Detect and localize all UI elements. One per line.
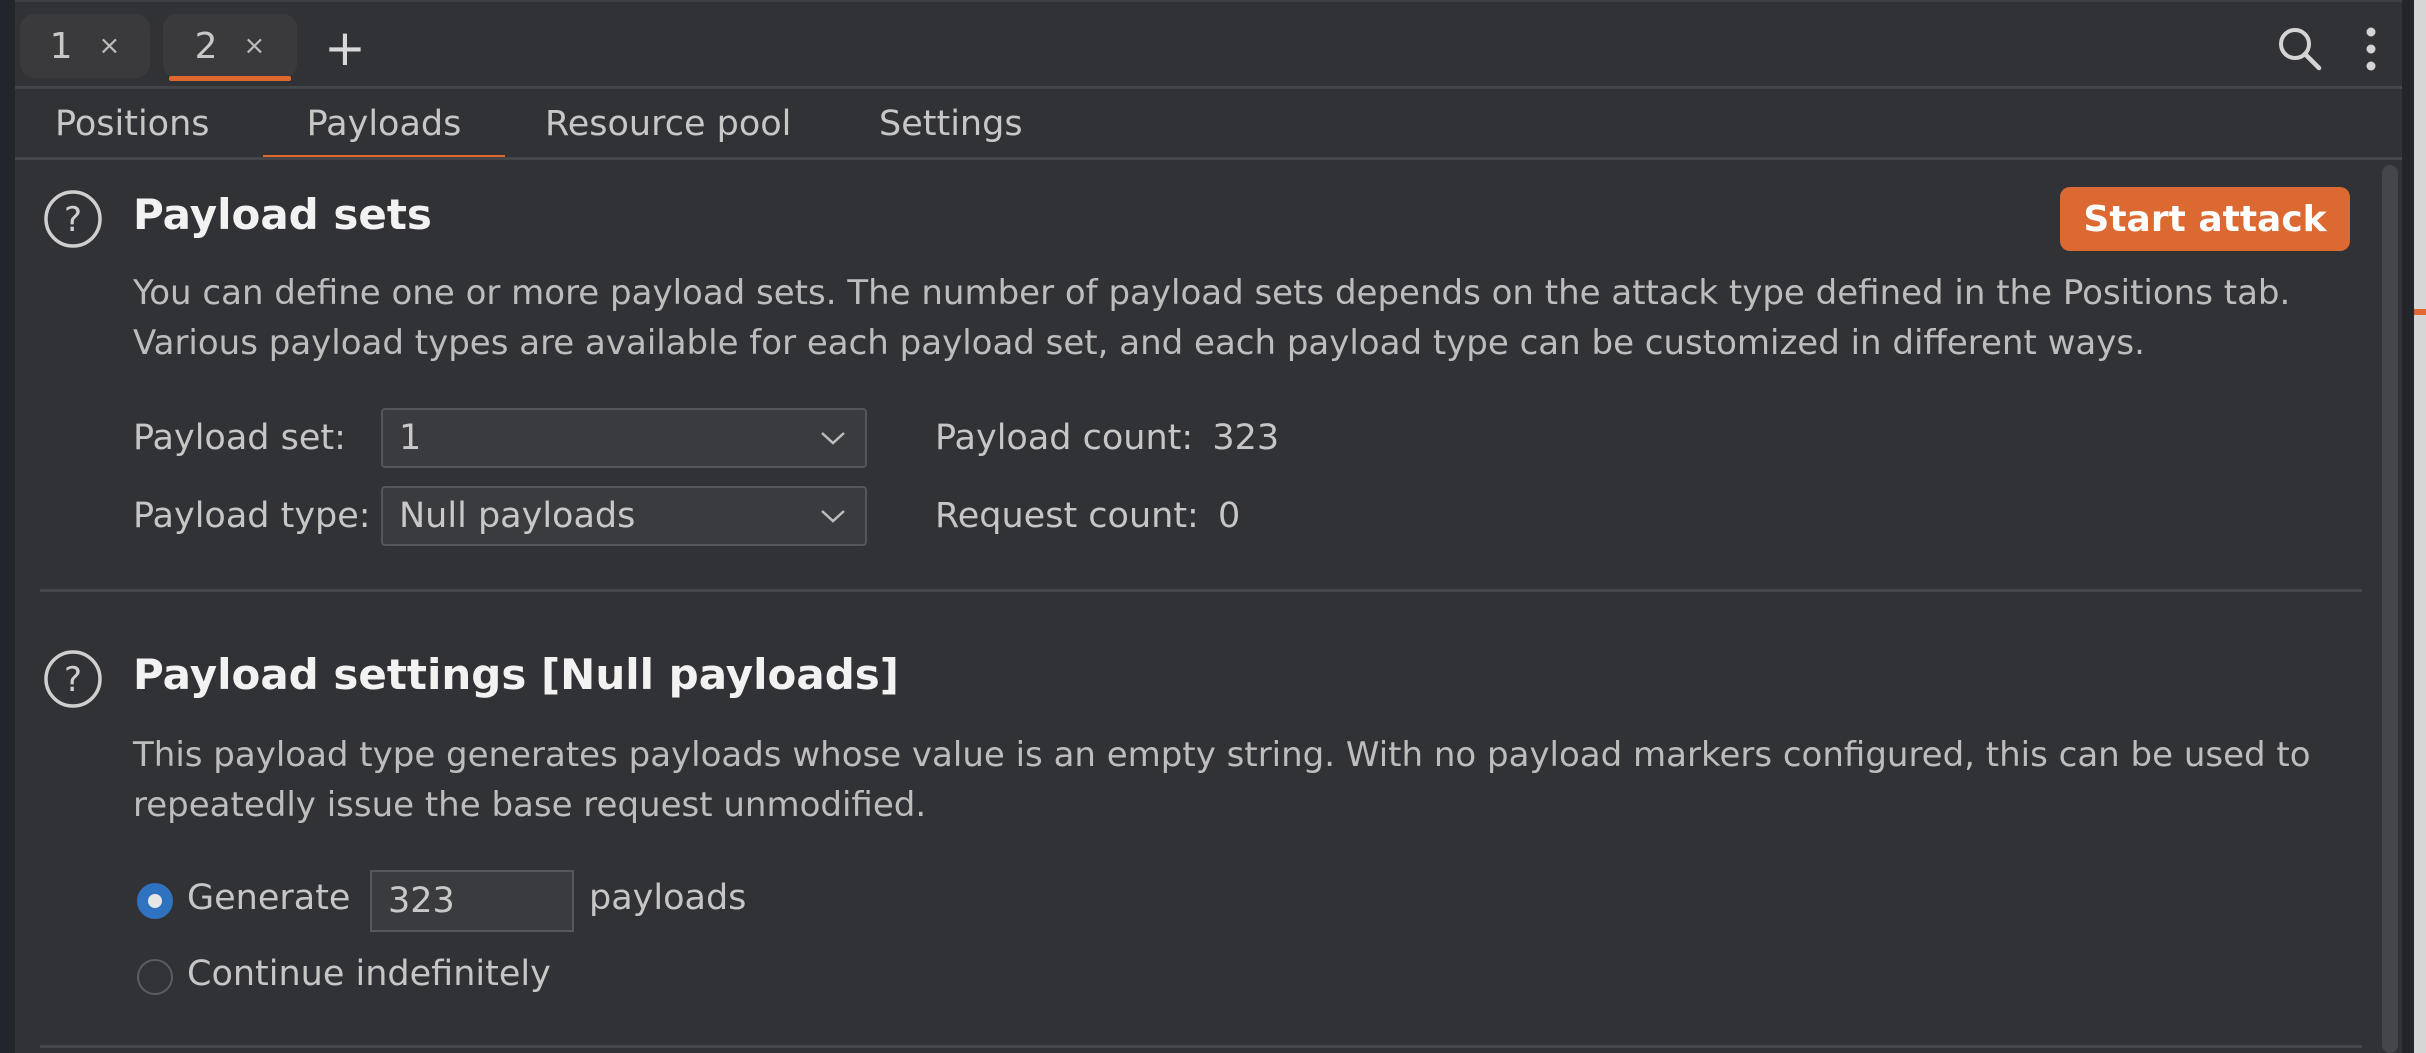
question-circle-icon[interactable]: ? [42,648,104,710]
tab-resource-pool[interactable]: Resource pool [545,91,791,157]
vertical-scrollbar[interactable] [2382,165,2398,1053]
payload-type-value: Null payloads [399,496,636,536]
left-edge-strip [0,0,15,1053]
request-count-value: 0 [1217,496,1241,536]
payload-set-select[interactable]: 1 [381,408,867,468]
generate-radio[interactable] [137,883,173,919]
payload-set-value: 1 [399,418,422,458]
request-count-label: Request count: 0 [935,496,1240,536]
adjacent-panel-edge [2414,0,2426,1053]
adjacent-panel-marker [2414,309,2426,315]
payload-type-select[interactable]: Null payloads [381,486,867,546]
tab-bar: 1 × 2 × + [15,2,2402,88]
add-tab-button[interactable]: + [315,18,375,78]
payload-type-label: Payload type: [133,496,371,536]
question-circle-icon[interactable]: ? [42,188,104,250]
section-title-payload-sets: Payload sets [133,190,432,239]
tab-label: 1 [49,25,73,67]
payloads-panel: ? Payload sets Start attack You can defi… [15,160,2385,1053]
payload-settings-description-line-2: repeatedly issue the base request unmodi… [133,785,927,825]
continue-indefinitely-radio[interactable] [137,959,173,995]
section-divider [40,589,2362,592]
generate-count-input[interactable]: 323 [370,870,574,932]
payload-count-value: 323 [1212,418,1280,458]
tab-positions[interactable]: Positions [55,91,210,157]
payload-sets-description-line-1: You can define one or more payload sets.… [133,273,2291,313]
tab-label: 2 [194,25,218,67]
divider [15,86,2402,89]
payload-sets-description-line-2: Various payload types are available for … [133,323,2145,363]
chevron-down-icon [821,432,845,445]
subtab-bar: Positions Payloads Resource pool Setting… [15,91,2402,160]
close-icon[interactable]: × [244,31,266,61]
close-icon[interactable]: × [99,31,121,61]
tab-payloads[interactable]: Payloads [263,91,505,160]
panel-border [2402,0,2414,1053]
continue-indefinitely-label: Continue indefinitely [187,954,551,994]
payload-set-label: Payload set: [133,418,346,458]
window-tab-2[interactable]: 2 × [163,14,297,81]
svg-text:?: ? [64,200,82,240]
start-attack-button[interactable]: Start attack [2060,187,2350,251]
tab-settings[interactable]: Settings [879,91,1023,157]
more-options-icon[interactable] [2361,24,2381,74]
chevron-down-icon [821,510,845,523]
section-title-payload-settings: Payload settings [Null payloads] [133,650,899,699]
svg-text:?: ? [64,660,82,700]
section-divider [40,1045,2362,1048]
search-icon[interactable] [2275,24,2325,74]
generate-label: Generate [187,878,351,918]
request-count-label-text: Request count: [935,496,1199,536]
generate-suffix-label: payloads [589,878,747,918]
payload-count-label-text: Payload count: [935,418,1194,458]
window-tab-1[interactable]: 1 × [20,14,150,78]
payload-count-label: Payload count: 323 [935,418,1279,458]
payload-settings-description-line-1: This payload type generates payloads who… [133,735,2311,775]
